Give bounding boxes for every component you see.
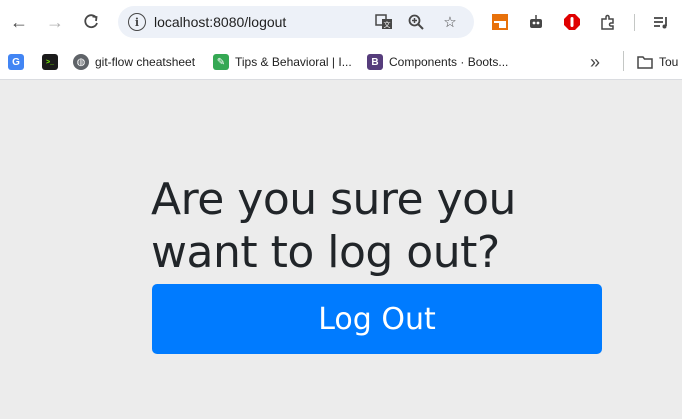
- bookmark-star-icon[interactable]: ☆: [440, 12, 460, 32]
- address-bar[interactable]: i localhost:8080/logout 文 ☆: [118, 6, 474, 38]
- bookmark-tips[interactable]: ✎ Tips & Behavioral | I...: [213, 50, 352, 74]
- back-arrow-icon[interactable]: ←: [5, 8, 33, 36]
- bookmarks-overflow-button[interactable]: »: [590, 50, 600, 74]
- evernote-icon: ✎: [213, 54, 229, 70]
- bootstrap-icon: B: [367, 54, 383, 70]
- page-title: Are you sure you want to log out?: [151, 174, 516, 278]
- extension-robot-icon[interactable]: [525, 11, 547, 33]
- bookmarks-divider: [623, 51, 624, 71]
- bookmark-label: git-flow cheatsheet: [95, 55, 196, 69]
- toolbar-divider: [634, 14, 635, 31]
- extension-adblock-icon[interactable]: [561, 11, 583, 33]
- page-content: Are you sure you want to log out? Log Ou…: [0, 81, 682, 419]
- bookmark-label: Components · Boots...: [389, 55, 509, 69]
- site-info-icon[interactable]: i: [128, 13, 146, 31]
- extension-layout-icon[interactable]: [489, 11, 511, 33]
- google-translate-icon: G: [8, 54, 24, 70]
- globe-icon: ◍: [73, 54, 89, 70]
- forward-arrow-icon[interactable]: →: [41, 8, 69, 36]
- reading-list-icon[interactable]: [650, 11, 672, 33]
- translate-icon[interactable]: 文: [374, 12, 394, 32]
- bookmarks-bar: G >_ ◍ git-flow cheatsheet ✎ Tips & Beha…: [0, 44, 682, 80]
- bookmark-terminal[interactable]: >_: [42, 50, 64, 74]
- address-bar-url[interactable]: localhost:8080/logout: [154, 14, 286, 30]
- logout-button[interactable]: Log Out: [152, 284, 602, 354]
- bookmark-git-flow[interactable]: ◍ git-flow cheatsheet: [73, 50, 195, 74]
- zoom-icon[interactable]: [406, 12, 426, 32]
- reload-icon[interactable]: [77, 8, 105, 36]
- folder-icon: [637, 54, 653, 70]
- bookmark-label: Tips & Behavioral | I...: [235, 55, 352, 69]
- browser-toolbar: ← → i localhost:8080/logout 文 ☆: [0, 0, 682, 44]
- terminal-icon: >_: [42, 54, 58, 70]
- bookmark-folder[interactable]: Tou: [637, 50, 678, 74]
- svg-text:文: 文: [384, 20, 391, 29]
- bookmark-translate[interactable]: G: [8, 50, 30, 74]
- bookmark-folder-label: Tou: [659, 55, 679, 69]
- extensions-puzzle-icon[interactable]: [597, 11, 619, 33]
- bookmark-bootstrap[interactable]: B Components · Boots...: [367, 50, 508, 74]
